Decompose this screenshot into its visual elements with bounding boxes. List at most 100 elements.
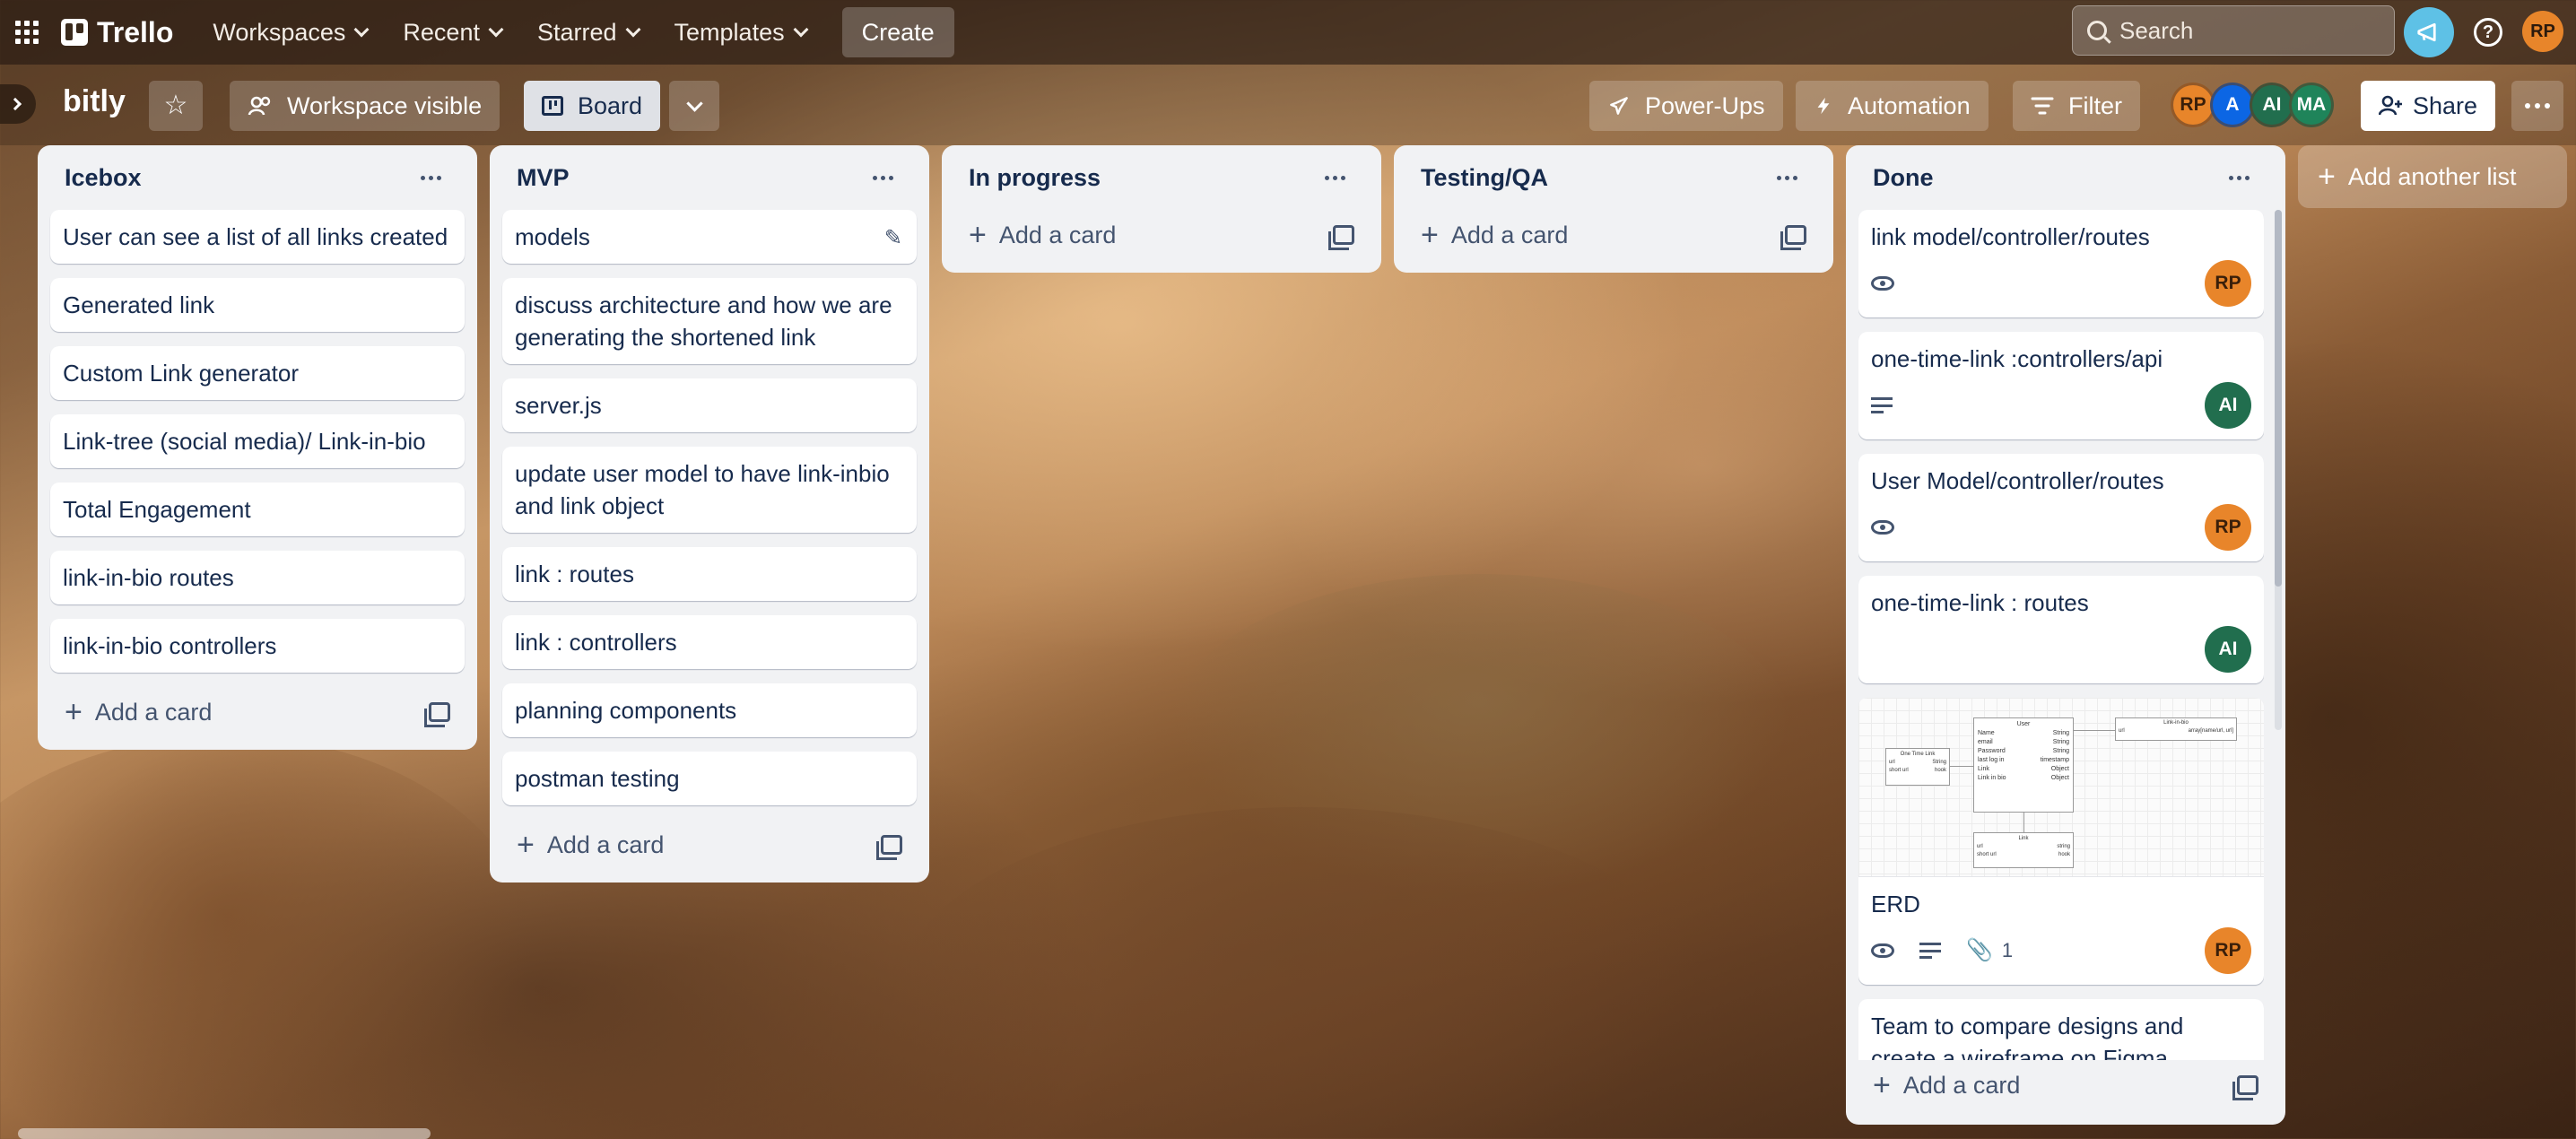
notifications-button[interactable] <box>2404 7 2454 57</box>
filter-button[interactable]: Filter <box>2013 81 2140 131</box>
nav-recent-label: Recent <box>403 18 480 46</box>
nav-recent[interactable]: Recent <box>385 7 519 57</box>
card[interactable]: link : routes <box>502 547 917 601</box>
add-another-list-button[interactable]: + Add another list <box>2298 145 2567 208</box>
card[interactable]: discuss architecture and how we are gene… <box>502 278 917 364</box>
card-member-avatar[interactable]: RP <box>2205 927 2251 974</box>
nav-templates[interactable]: Templates <box>657 7 824 57</box>
card[interactable]: postman testing <box>502 752 917 805</box>
board-view-button[interactable]: Board <box>524 81 661 131</box>
create-from-template-icon[interactable] <box>2232 1075 2258 1100</box>
list-scrollbar[interactable] <box>2275 210 2282 730</box>
board-horizontal-scrollbar[interactable] <box>18 1128 431 1139</box>
card[interactable]: models ✎ <box>502 210 917 264</box>
card[interactable]: Generated link <box>50 278 465 332</box>
board-title[interactable]: bitly <box>63 84 126 119</box>
card-title: ERD <box>1871 891 1920 917</box>
create-from-template-icon[interactable] <box>1780 225 1806 250</box>
list-header: Testing/QA <box>1406 145 1821 210</box>
account-avatar[interactable]: RP <box>2522 11 2563 52</box>
card-title: link model/controller/routes <box>1871 223 2150 250</box>
star-board-button[interactable]: ☆ <box>149 81 203 131</box>
card-badges: 📎 1 RP <box>1871 927 2251 974</box>
card-badges: AI <box>1871 382 2251 429</box>
chevron-down-icon <box>793 22 809 38</box>
pencil-icon[interactable]: ✎ <box>884 222 902 255</box>
card[interactable]: Custom Link generator <box>50 346 465 400</box>
add-card-label: Add a card <box>1902 1071 2021 1099</box>
card-member-avatar[interactable]: AI <box>2205 382 2251 429</box>
member-avatar[interactable]: RP <box>2171 83 2215 127</box>
create-from-template-icon[interactable] <box>424 702 450 727</box>
app-switcher-icon[interactable] <box>14 20 39 45</box>
add-card-button[interactable]: + Add a card <box>65 697 212 727</box>
list-actions-icon[interactable] <box>1768 167 1806 189</box>
visibility-button[interactable]: Workspace visible <box>230 81 500 131</box>
nav-templates-label: Templates <box>674 18 785 46</box>
nav-workspaces[interactable]: Workspaces <box>195 7 385 57</box>
list-title[interactable]: MVP <box>517 164 570 192</box>
visibility-label: Workspace visible <box>287 91 483 119</box>
share-button[interactable]: Share <box>2361 81 2496 131</box>
add-card-button[interactable]: + Add a card <box>517 830 664 860</box>
sidebar-toggle-button[interactable] <box>0 84 36 124</box>
card[interactable]: one-time-link :controllers/api AI <box>1858 332 2264 439</box>
card[interactable]: link model/controller/routes RP <box>1858 210 2264 317</box>
add-card-label: Add a card <box>94 698 213 726</box>
list-scrollbar-thumb[interactable] <box>2275 210 2282 587</box>
attachment-count: 1 <box>2001 939 2014 961</box>
lightning-icon <box>1817 97 1830 115</box>
card-badges: RP <box>1871 260 2251 307</box>
member-avatar[interactable]: A <box>2210 83 2255 127</box>
member-avatar[interactable]: AI <box>2250 83 2294 127</box>
create-from-template-icon[interactable] <box>1328 225 1354 250</box>
card[interactable]: User can see a list of all links created <box>50 210 465 264</box>
list-title[interactable]: Icebox <box>65 164 142 192</box>
card[interactable]: User Model/controller/routes RP <box>1858 454 2264 561</box>
plus-icon: + <box>517 828 535 862</box>
card[interactable]: Total Engagement <box>50 483 465 536</box>
list-actions-icon[interactable] <box>864 167 902 189</box>
card[interactable]: link : controllers <box>502 615 917 669</box>
help-button[interactable]: ? <box>2468 13 2508 52</box>
card-member-avatar[interactable]: RP <box>2205 504 2251 551</box>
list-title[interactable]: Testing/QA <box>1421 164 1548 192</box>
people-icon <box>248 96 271 116</box>
list-actions-icon[interactable] <box>412 167 450 189</box>
board-view-label: Board <box>578 91 643 119</box>
create-from-template-icon[interactable] <box>876 835 902 860</box>
card[interactable]: server.js <box>502 378 917 432</box>
board-menu-button[interactable] <box>2511 81 2563 131</box>
list-header: Icebox <box>50 145 465 210</box>
list-mvp: MVP models ✎ discuss architecture and how… <box>490 145 929 883</box>
list-title[interactable]: In progress <box>969 164 1101 192</box>
card[interactable]: Team to compare designs and create a wir… <box>1858 999 2264 1060</box>
nav-starred[interactable]: Starred <box>519 7 657 57</box>
add-card-button[interactable]: + Add a card <box>1873 1070 2020 1100</box>
list-title[interactable]: Done <box>1873 164 1934 192</box>
card[interactable]: update user model to have link-inbio and… <box>502 447 917 533</box>
card[interactable]: link-in-bio controllers <box>50 619 465 673</box>
add-card-button[interactable]: + Add a card <box>1421 220 1568 250</box>
done-card-scroll-area[interactable]: link model/controller/routes RP one-time… <box>1858 210 2264 1060</box>
card[interactable]: planning components <box>502 683 917 737</box>
power-ups-button[interactable]: Power-Ups <box>1589 81 1783 131</box>
view-switcher-button[interactable] <box>669 81 719 131</box>
search-input[interactable]: Search <box>2072 5 2395 56</box>
card-badges: RP <box>1871 504 2251 551</box>
create-button[interactable]: Create <box>841 7 954 57</box>
card[interactable]: one-time-link : routes AI <box>1858 576 2264 683</box>
card[interactable]: link-in-bio routes <box>50 551 465 604</box>
card[interactable]: User Name String email String Password Stri… <box>1858 698 2264 985</box>
card[interactable]: Link-tree (social media)/ Link-in-bio <box>50 414 465 468</box>
plus-icon: + <box>65 695 83 729</box>
add-card-button[interactable]: + Add a card <box>969 220 1116 250</box>
list-actions-icon[interactable] <box>2220 167 2258 189</box>
trello-logo[interactable]: Trello <box>61 16 173 49</box>
card-title: Team to compare designs and create a wir… <box>1871 1013 2184 1060</box>
card-member-avatar[interactable]: AI <box>2205 626 2251 673</box>
list-actions-icon[interactable] <box>1316 167 1354 189</box>
member-avatar[interactable]: MA <box>2289 83 2334 127</box>
card-member-avatar[interactable]: RP <box>2205 260 2251 307</box>
automation-button[interactable]: Automation <box>1796 81 1989 131</box>
